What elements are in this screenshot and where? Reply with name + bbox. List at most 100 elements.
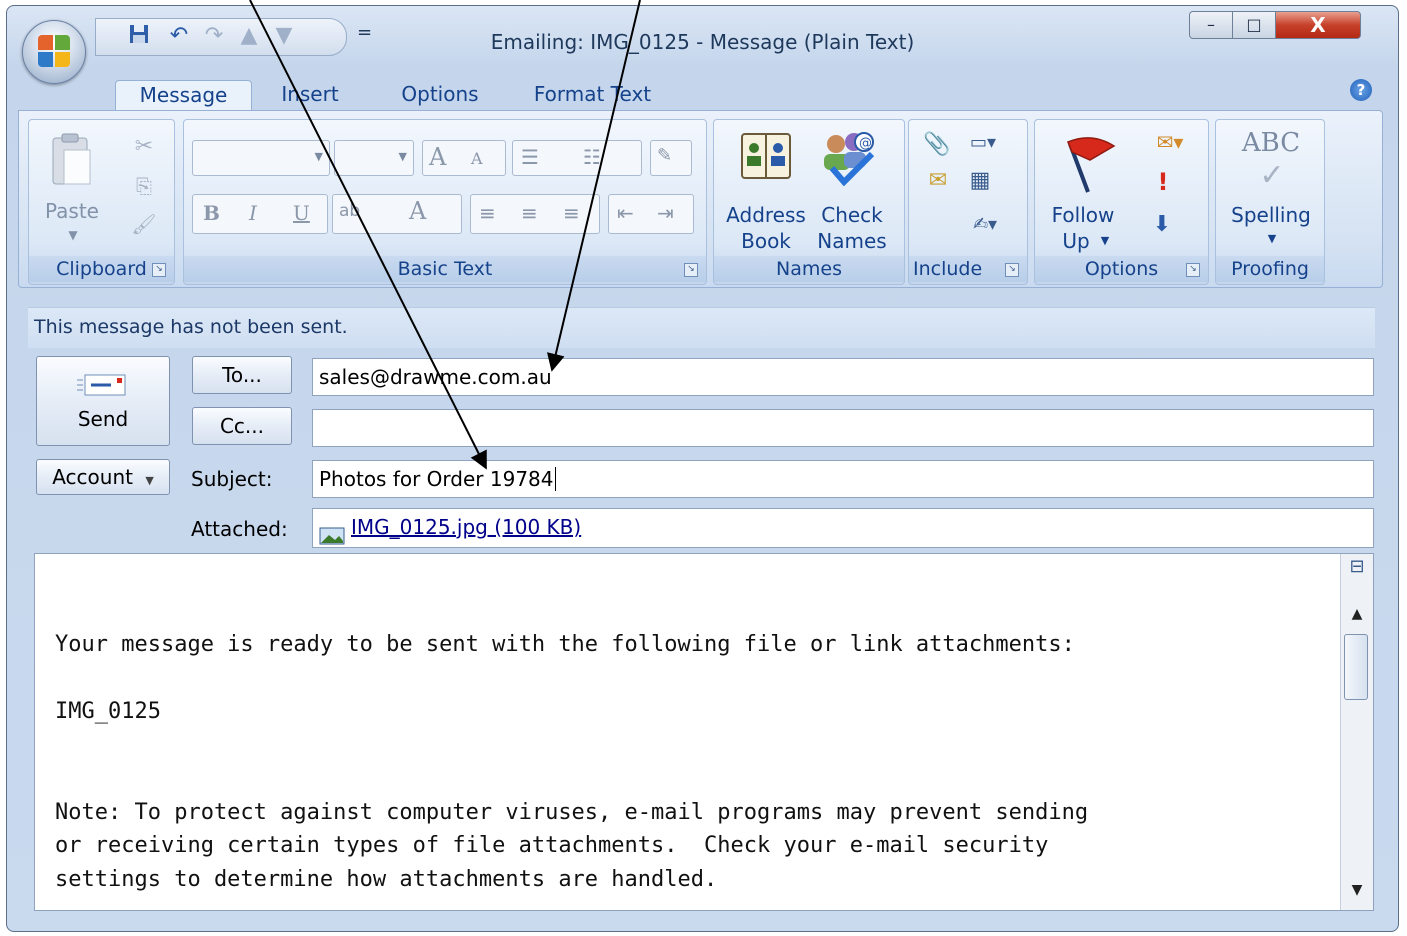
cc-button[interactable]: Cc... <box>192 407 292 445</box>
paste-dropdown-icon[interactable]: ▼ <box>63 222 83 248</box>
help-icon[interactable]: ? <box>1350 79 1372 101</box>
styles-button[interactable]: ✎ <box>650 140 692 176</box>
scroll-down-icon[interactable]: ▼ <box>1347 882 1367 898</box>
font-name-combo[interactable]: ▼ <box>192 140 330 176</box>
maximize-button[interactable]: □ <box>1232 11 1276 39</box>
check-names-icon[interactable]: @ <box>818 128 878 188</box>
chevron-down-icon: ▼ <box>145 474 154 487</box>
proofing-group-label: Proofing <box>1216 256 1324 282</box>
basic-text-launcher-icon[interactable]: ↘ <box>684 263 698 277</box>
copy-icon[interactable]: ⎘ <box>129 174 159 198</box>
body-intro-line: Your message is ready to be sent with th… <box>55 632 1075 657</box>
clipboard-launcher-icon[interactable]: ↘ <box>152 263 166 277</box>
shrink-font-button[interactable]: A <box>471 149 483 168</box>
signature-icon[interactable]: ✍▾ <box>963 214 1007 235</box>
spelling-abc-icon[interactable]: ABC <box>1234 128 1308 158</box>
image-file-icon <box>319 520 345 544</box>
follow-up-flag-icon[interactable] <box>1049 134 1119 196</box>
check-names-label-1: Check <box>821 203 883 227</box>
names-group: @ Address Book Check Names Names <box>713 119 905 285</box>
font-color-button[interactable]: A <box>409 197 426 225</box>
office-button[interactable] <box>22 20 86 84</box>
previous-item-icon[interactable]: ▲ <box>236 23 262 49</box>
spelling-dropdown-icon[interactable]: ▼ <box>1262 226 1282 252</box>
quick-access-toolbar: ↶ ↷ ▲ ▼ <box>95 18 347 56</box>
body-attachment-name: IMG_0125 <box>55 699 161 724</box>
to-field[interactable]: sales@drawme.com.au <box>312 358 1374 396</box>
vertical-scrollbar[interactable]: ⊟ ▲ ▼ <box>1340 554 1373 910</box>
account-button[interactable]: Account ▼ <box>36 459 170 495</box>
paste-icon[interactable] <box>47 132 97 190</box>
to-button[interactable]: To... <box>192 356 292 394</box>
font-size-combo[interactable]: ▼ <box>334 140 414 176</box>
split-view-icon[interactable]: ⊟ <box>1347 556 1367 577</box>
scroll-up-icon[interactable]: ▲ <box>1347 606 1367 622</box>
send-button[interactable]: Send <box>36 356 170 446</box>
calendar-icon[interactable]: ▦ <box>963 168 997 193</box>
minimize-button[interactable]: – <box>1189 11 1233 39</box>
attach-item-icon[interactable]: ✉ <box>921 168 955 193</box>
ribbon: Paste ▼ ✂ ⎘ 🖌 Clipboard ↘ ▼ ▼ A A ☰ ☷ ✎ … <box>18 110 1383 288</box>
align-left-icon[interactable]: ≡ <box>479 201 496 225</box>
save-icon[interactable] <box>126 23 152 49</box>
include-launcher-icon[interactable]: ↘ <box>1005 263 1019 277</box>
tab-insert[interactable]: Insert <box>270 80 350 112</box>
address-book-label-2: Book <box>741 229 791 253</box>
align-center-icon[interactable]: ≡ <box>521 201 538 225</box>
attach-file-icon[interactable]: 📎 <box>923 132 951 157</box>
high-importance-icon[interactable]: ! <box>1153 168 1173 196</box>
business-card-icon[interactable]: ▭▾ <box>961 132 1005 153</box>
low-importance-icon[interactable]: ⬇ <box>1149 212 1175 237</box>
body-note: Note: To protect against computer viruse… <box>55 799 1089 892</box>
tab-format-text[interactable]: Format Text <box>525 80 660 112</box>
highlight-button[interactable]: ab <box>339 201 360 221</box>
numbering-icon[interactable]: ☷ <box>583 145 601 169</box>
highlight-fontcolor-group: ab A <box>332 194 462 234</box>
decrease-indent-icon[interactable]: ⇤ <box>617 201 634 225</box>
format-painter-icon[interactable]: 🖌 <box>129 212 159 236</box>
subject-value: Photos for Order 19784 <box>319 467 554 491</box>
close-button[interactable]: X <box>1275 11 1361 39</box>
send-icon <box>73 371 133 401</box>
subject-field[interactable]: Photos for Order 19784 <box>312 460 1374 498</box>
account-label: Account <box>52 465 133 489</box>
grow-font-button[interactable]: A <box>429 143 446 171</box>
underline-button[interactable]: U <box>293 201 310 225</box>
address-book-icon[interactable] <box>738 130 794 186</box>
increase-indent-icon[interactable]: ⇥ <box>657 201 674 225</box>
checkmark-icon: ✓ <box>1259 158 1285 193</box>
send-label: Send <box>77 407 129 431</box>
not-sent-message: This message has not been sent. <box>34 316 348 338</box>
permission-icon[interactable]: ✉▾ <box>1145 130 1195 154</box>
follow-up-dropdown-icon[interactable]: ▼ <box>1095 228 1115 254</box>
message-body-text: Your message is ready to be sent with th… <box>55 628 1335 896</box>
align-right-icon[interactable]: ≡ <box>563 201 580 225</box>
redo-icon[interactable]: ↷ <box>201 23 227 49</box>
tab-message[interactable]: Message <box>115 80 252 113</box>
styles-icon: ✎ <box>657 145 673 166</box>
attached-label: Attached: <box>191 517 288 541</box>
tab-options[interactable]: Options <box>390 80 490 112</box>
bold-button[interactable]: B <box>203 201 220 225</box>
chevron-down-icon: ▼ <box>398 150 407 163</box>
cut-icon[interactable]: ✂ <box>129 134 159 159</box>
subject-label: Subject: <box>191 467 273 491</box>
next-item-icon[interactable]: ▼ <box>271 23 297 49</box>
text-cursor <box>554 467 556 491</box>
options-launcher-icon[interactable]: ↘ <box>1186 263 1200 277</box>
customize-qat-button[interactable]: = <box>357 22 372 43</box>
attachment-link[interactable]: IMG_0125.jpg (100 KB) <box>351 515 581 539</box>
italic-button[interactable]: I <box>249 201 257 225</box>
scroll-thumb[interactable] <box>1344 634 1368 700</box>
bullets-icon[interactable]: ☰ <box>521 145 539 169</box>
names-group-label: Names <box>714 256 904 282</box>
undo-icon[interactable]: ↶ <box>166 23 192 49</box>
grow-shrink-font-group: A A <box>422 140 506 176</box>
proofing-group: ABC ✓ Spelling ▼ Proofing <box>1215 119 1325 285</box>
cc-field[interactable] <box>312 409 1374 447</box>
message-body[interactable]: Your message is ready to be sent with th… <box>34 553 1374 911</box>
spelling-label: Spelling <box>1231 203 1311 227</box>
clipboard-group: Paste ▼ ✂ ⎘ 🖌 Clipboard ↘ <box>28 119 175 285</box>
indent-group: ⇤ ⇥ <box>608 194 694 234</box>
options-group: Follow Up ▼ ✉▾ ! ⬇ Options ↘ <box>1034 119 1209 285</box>
